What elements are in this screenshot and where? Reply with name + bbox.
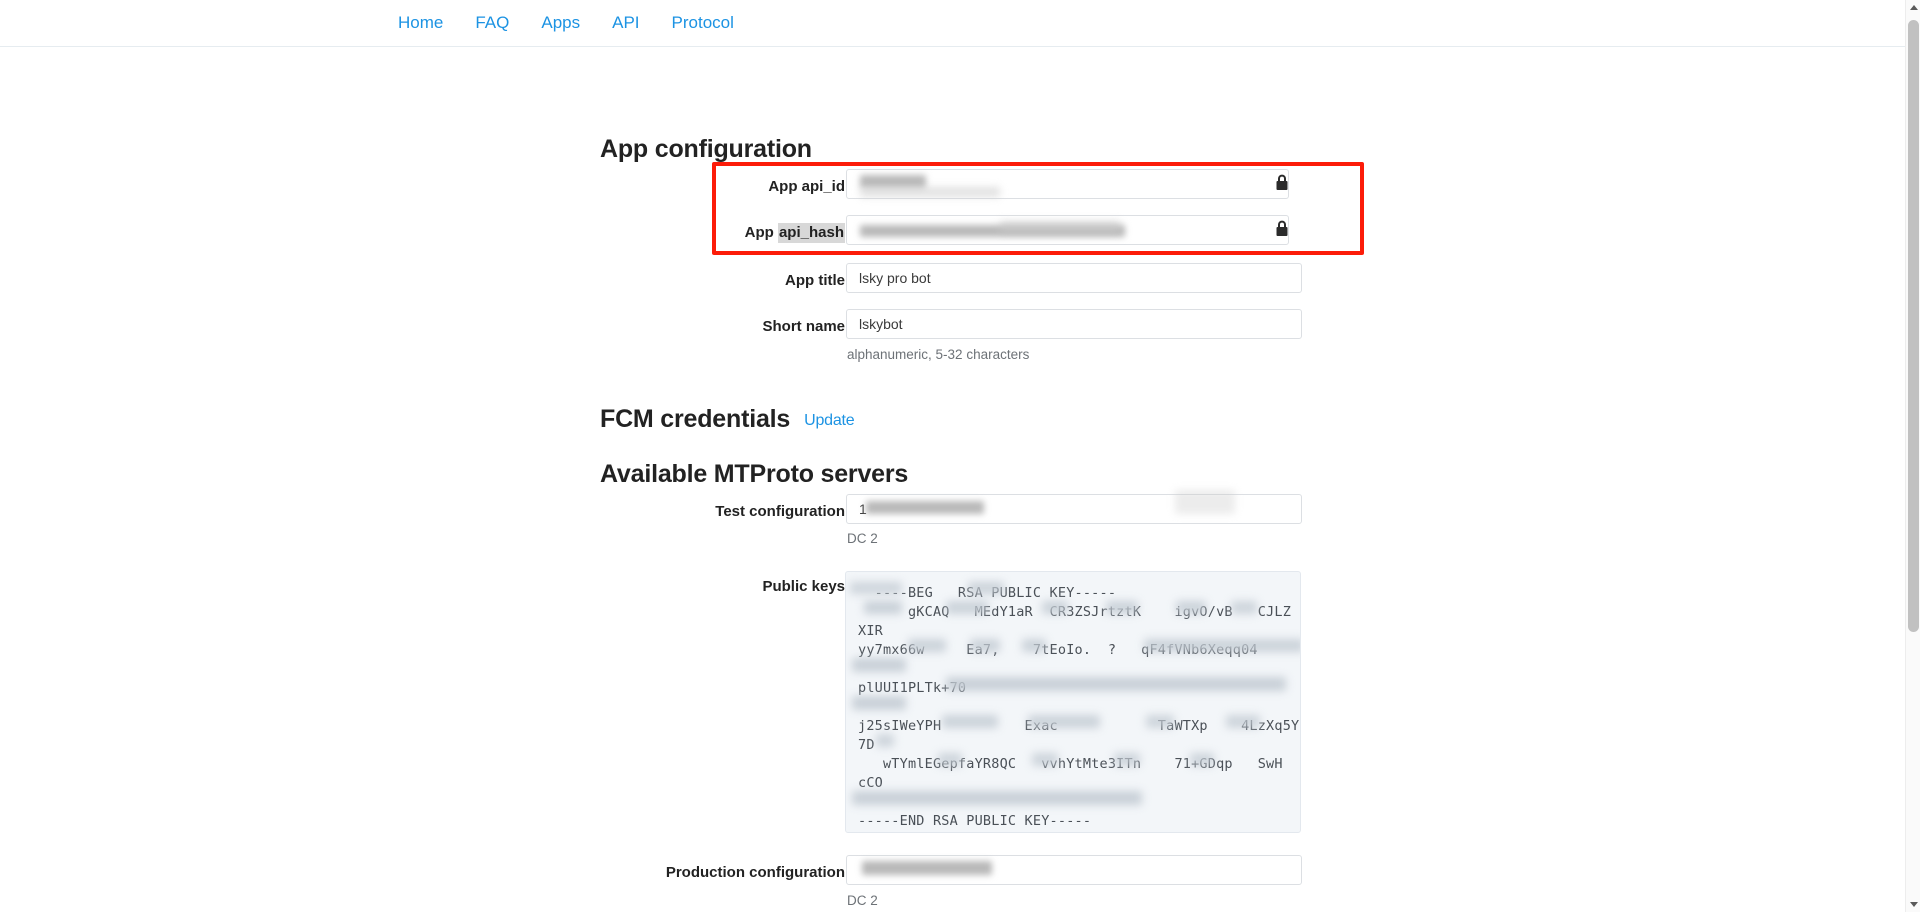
chevron-down-icon[interactable] — [1906, 897, 1920, 912]
key-redaction — [852, 696, 906, 710]
key-redaction — [1028, 715, 1100, 728]
app-api-hash-label: App api_hash: — [620, 223, 850, 243]
app-api-id-redaction-shadow — [860, 187, 1000, 197]
production-configuration-label: Production configuration: — [665, 864, 850, 881]
fcm-credentials-title-text: FCM credentials — [600, 405, 791, 433]
nav-item-home[interactable]: Home — [398, 12, 459, 34]
app-title-label: App title: — [785, 272, 850, 289]
key-redaction — [1146, 715, 1174, 728]
key-redaction — [876, 734, 894, 747]
key-redaction — [970, 639, 1000, 652]
key-line: cCO — [858, 775, 883, 791]
browser-viewport: Home FAQ Apps API Protocol App configura… — [0, 0, 1920, 912]
key-redaction — [1022, 639, 1046, 652]
nav-item-api[interactable]: API — [596, 12, 655, 34]
key-redaction — [850, 582, 902, 594]
short-name-value: lskybot — [859, 316, 903, 332]
nav-item-protocol[interactable]: Protocol — [656, 12, 750, 34]
app-api-hash-label-highlight: api_hash — [777, 223, 845, 243]
key-redaction — [968, 582, 1004, 594]
key-redaction — [946, 677, 1286, 691]
fcm-update-link[interactable]: Update — [804, 412, 855, 429]
production-configuration-redaction — [862, 861, 992, 875]
test-public-keys-label: Public keys: — [762, 578, 850, 595]
key-line: -----END RSA PUBLIC KEY----- — [858, 813, 1092, 829]
key-redaction — [908, 639, 946, 652]
key-line: XIR — [858, 623, 883, 639]
app-api-hash-redaction-2 — [1000, 221, 1120, 233]
scrollbar-thumb[interactable] — [1908, 20, 1919, 632]
key-redaction — [1106, 601, 1138, 614]
app-title-input[interactable]: lsky pro bot — [846, 263, 1302, 293]
production-configuration-dc: DC 2 — [847, 893, 878, 908]
app-api-id-label: App api_id: — [768, 178, 850, 195]
app-api-hash-label-prefix: App — [744, 224, 778, 241]
test-configuration-redaction — [866, 501, 984, 514]
page-content: App configuration App api_id: App api_ha… — [0, 47, 1905, 908]
key-redaction — [946, 601, 988, 614]
test-configuration-label: Test configuration: — [715, 503, 850, 520]
key-redaction — [1231, 601, 1257, 614]
key-redaction — [938, 753, 962, 766]
key-redaction — [1032, 753, 1058, 766]
key-redaction — [1190, 753, 1214, 766]
app-title-value: lsky pro bot — [859, 270, 931, 286]
key-redaction — [1144, 639, 1300, 652]
lock-icon — [1274, 220, 1290, 238]
short-name-label: Short name: — [762, 318, 850, 335]
test-configuration-dc: DC 2 — [847, 531, 878, 546]
key-redaction — [1114, 753, 1140, 766]
key-redaction — [942, 715, 998, 728]
key-line: 7D — [858, 737, 875, 753]
key-redaction — [1226, 715, 1260, 728]
nav-item-faq[interactable]: FAQ — [459, 12, 525, 34]
test-configuration-redaction-2 — [1175, 490, 1235, 514]
page-title: App configuration — [600, 135, 812, 163]
short-name-hint: alphanumeric, 5-32 characters — [847, 347, 1030, 362]
key-redaction — [1042, 601, 1068, 614]
fcm-credentials-title: FCM credentials Update — [600, 405, 855, 434]
lock-icon — [1274, 174, 1290, 192]
key-line: wTYmlEGepfaYR8QC vvhYtMte3ITn 71+GDqp Sw… — [883, 756, 1283, 772]
nav-item-apps[interactable]: Apps — [525, 12, 596, 34]
test-public-keys-textarea[interactable]: ----BEG RSA PUBLIC KEY----- gKCAQ MEdY1a… — [845, 571, 1301, 833]
short-name-input[interactable]: lskybot — [846, 309, 1302, 339]
chevron-up-icon[interactable] — [1906, 0, 1920, 15]
vertical-scrollbar[interactable] — [1905, 0, 1920, 912]
key-redaction — [852, 658, 906, 672]
key-redaction — [864, 601, 902, 614]
nav-links: Home FAQ Apps API Protocol — [398, 12, 750, 34]
top-navigation: Home FAQ Apps API Protocol — [0, 0, 1905, 47]
key-redaction — [852, 791, 1142, 805]
mtproto-servers-title: Available MTProto servers — [600, 460, 909, 488]
key-redaction — [1176, 601, 1206, 614]
